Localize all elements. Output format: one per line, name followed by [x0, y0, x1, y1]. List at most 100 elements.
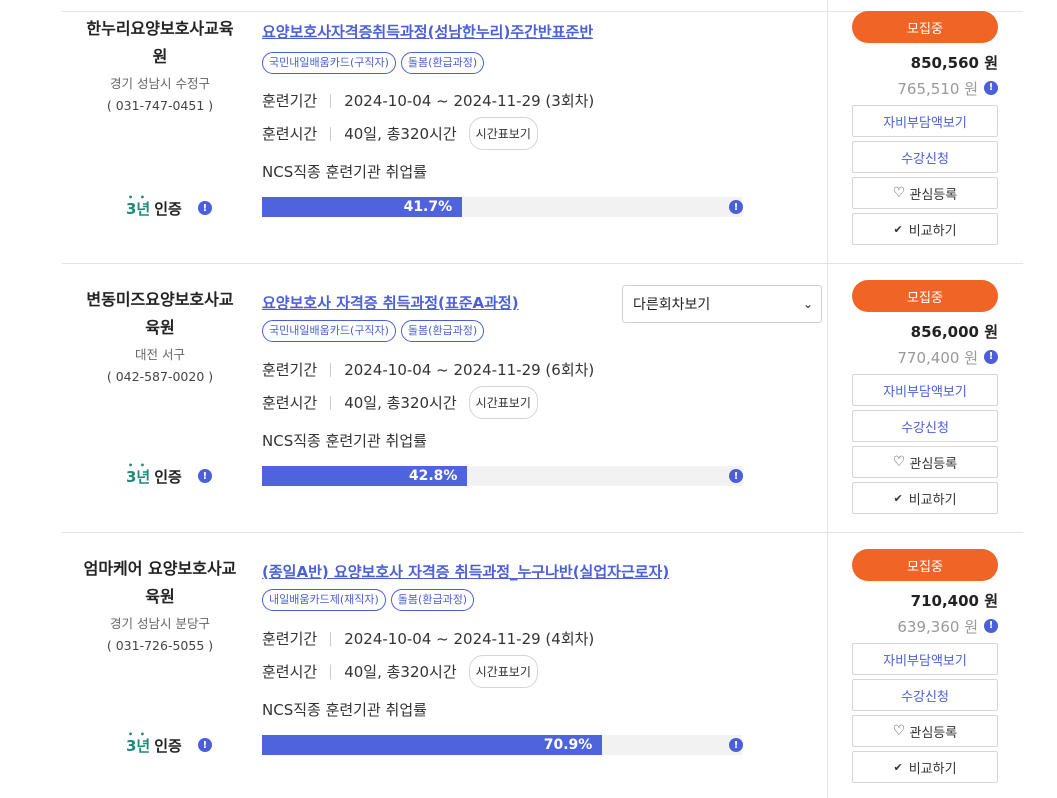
training-period: 훈련기간 2024-10-04 ~ 2024-11-29 (3회차)	[262, 90, 594, 111]
cert-years: • • 3년	[126, 460, 151, 486]
training-hours: 훈련시간 40일, 총320시간 시간표보기	[262, 386, 538, 419]
institution-name[interactable]: 한누리요양보호사교육원	[80, 15, 240, 71]
self-pay-price: 765,510 원 !	[852, 79, 998, 99]
employment-rate-bar: 41.7%	[262, 197, 742, 217]
certification-badge: • • 3년 인증 !	[126, 460, 212, 487]
hours-value: 40일, 총320시간	[344, 125, 457, 143]
cert-label: 인증	[154, 467, 182, 486]
employment-rate-text: 41.7%	[403, 199, 453, 215]
period-label: 훈련기간	[262, 361, 318, 379]
employment-rate-fill: 41.7%	[262, 197, 463, 217]
hours-label: 훈련시간	[262, 394, 318, 412]
certification-badge: • • 3년 인증 !	[126, 192, 212, 219]
certification-badge: • • 3년 인증 !	[126, 729, 212, 756]
separator	[330, 93, 332, 108]
info-icon[interactable]: !	[197, 201, 212, 215]
training-hours: 훈련시간 40일, 총320시간 시간표보기	[262, 117, 538, 150]
period-label: 훈련기간	[262, 92, 318, 110]
info-icon[interactable]: !	[984, 350, 998, 364]
institution-location: 경기 성남시 수정구	[110, 76, 210, 91]
employment-rate-fill: 70.9%	[262, 735, 603, 755]
info-icon[interactable]: !	[729, 738, 743, 752]
schedule-button[interactable]: 시간표보기	[468, 655, 538, 688]
course-row-2: 변동미즈요양보호사교육원 대전 서구 ( 042-587-0020 ) • • 3…	[62, 264, 1023, 533]
employment-rate-text: 42.8%	[408, 468, 458, 484]
tag-care[interactable]: 돌봄(환급과정)	[400, 320, 485, 342]
self-pay-button[interactable]: 자비부담액보기	[852, 374, 998, 406]
compare-button[interactable]: ✔ 비교하기	[852, 213, 998, 245]
other-round-select[interactable]: 다른회차보기 ⌄	[622, 285, 822, 323]
institution-phone: ( 031-726-5055 )	[106, 638, 214, 653]
cert-label: 인증	[154, 199, 182, 218]
institution-location: 대전 서구	[135, 347, 185, 362]
institution-location: 경기 성남시 분당구	[110, 616, 210, 631]
recruit-status-badge: 모집중	[852, 549, 998, 581]
institution-name[interactable]: 변동미즈요양보호사교육원	[80, 286, 240, 342]
info-icon[interactable]: !	[729, 469, 743, 483]
cert-years: • • 3년	[126, 729, 151, 755]
employment-rate-fill: 42.8%	[262, 466, 468, 486]
sub-price-value: 770,400 원	[897, 349, 978, 367]
institution-phone: ( 031-747-0451 )	[106, 98, 214, 113]
institution-info: 엄마케어 요양보호사교육원 경기 성남시 분당구 ( 031-726-5055 …	[80, 555, 240, 657]
schedule-button[interactable]: 시간표보기	[468, 386, 538, 419]
recruit-status-badge: 모집중	[852, 11, 998, 43]
heart-icon: ♡	[892, 185, 906, 201]
compare-label: 비교하기	[908, 492, 957, 508]
course-title-link[interactable]: (종일A반) 요양보호사 자격증 취득과정_누구나반(실업자근로자)	[262, 561, 669, 582]
tag-card-type[interactable]: 국민내일배움카드(구직자)	[262, 320, 396, 342]
info-icon[interactable]: !	[729, 200, 743, 214]
action-panel: 모집중 856,000 원 770,400 원 ! 자비부담액보기 수강신청 ♡…	[852, 280, 998, 514]
cert-label: 인증	[154, 736, 182, 755]
select-value: 다른회차보기	[633, 297, 711, 313]
course-title-link[interactable]: 요양보호사자격증취득과정(성남한누리)주간반표준반	[262, 21, 593, 42]
self-pay-price: 639,360 원 !	[852, 617, 998, 637]
chevron-down-icon: ⌄	[802, 297, 813, 311]
course-tags: 국민내일배움카드(구직자) 돌봄(환급과정)	[262, 320, 485, 342]
schedule-button[interactable]: 시간표보기	[468, 117, 538, 150]
sub-price-value: 765,510 원	[897, 80, 978, 98]
course-row-3: 엄마케어 요양보호사교육원 경기 성남시 분당구 ( 031-726-5055 …	[62, 533, 1023, 798]
apply-button[interactable]: 수강신청	[852, 141, 998, 173]
apply-button[interactable]: 수강신청	[852, 410, 998, 442]
self-pay-button[interactable]: 자비부담액보기	[852, 643, 998, 675]
cert-years: • • 3년	[126, 192, 151, 218]
info-icon[interactable]: !	[197, 738, 212, 752]
separator	[330, 362, 332, 377]
compare-button[interactable]: ✔ 비교하기	[852, 751, 998, 783]
tag-care[interactable]: 돌봄(환급과정)	[400, 52, 485, 74]
info-icon[interactable]: !	[984, 81, 998, 95]
interest-button[interactable]: ♡ 관심등록	[852, 715, 998, 747]
tag-care[interactable]: 돌봄(환급과정)	[390, 589, 475, 611]
period-value: 2024-10-04 ~ 2024-11-29 (6회차)	[344, 361, 595, 379]
tag-card-type[interactable]: 내일배움카드제(재직자)	[262, 589, 386, 611]
course-title-link[interactable]: 요양보호사 자격증 취득과정(표준A과정)	[262, 292, 519, 313]
hours-label: 훈련시간	[262, 125, 318, 143]
interest-label: 관심등록	[909, 187, 958, 203]
self-pay-button[interactable]: 자비부담액보기	[852, 105, 998, 137]
interest-button[interactable]: ♡ 관심등록	[852, 446, 998, 478]
training-hours: 훈련시간 40일, 총320시간 시간표보기	[262, 655, 538, 688]
check-icon: ✔	[893, 222, 903, 236]
institution-phone: ( 042-587-0020 )	[106, 369, 214, 384]
ncs-employment-label: NCS직종 훈련기관 취업률	[262, 701, 427, 719]
course-tags: 내일배움카드제(재직자) 돌봄(환급과정)	[262, 589, 475, 611]
interest-label: 관심등록	[909, 456, 958, 472]
course-row-1: 한누리요양보호사교육원 경기 성남시 수정구 ( 031-747-0451 ) …	[62, 0, 1023, 264]
period-value: 2024-10-04 ~ 2024-11-29 (4회차)	[344, 630, 595, 648]
institution-info: 변동미즈요양보호사교육원 대전 서구 ( 042-587-0020 )	[80, 286, 240, 388]
recruit-status-badge: 모집중	[852, 280, 998, 312]
self-pay-price: 770,400 원 !	[852, 348, 998, 368]
tag-card-type[interactable]: 국민내일배움카드(구직자)	[262, 52, 396, 74]
interest-button[interactable]: ♡ 관심등록	[852, 177, 998, 209]
training-period: 훈련기간 2024-10-04 ~ 2024-11-29 (6회차)	[262, 359, 594, 380]
compare-label: 비교하기	[908, 223, 957, 239]
apply-button[interactable]: 수강신청	[852, 679, 998, 711]
separator	[330, 631, 332, 646]
sub-price-value: 639,360 원	[897, 618, 978, 636]
info-icon[interactable]: !	[197, 469, 212, 483]
institution-name[interactable]: 엄마케어 요양보호사교육원	[80, 555, 240, 611]
compare-button[interactable]: ✔ 비교하기	[852, 482, 998, 514]
info-icon[interactable]: !	[984, 619, 998, 633]
hours-value: 40일, 총320시간	[344, 663, 457, 681]
